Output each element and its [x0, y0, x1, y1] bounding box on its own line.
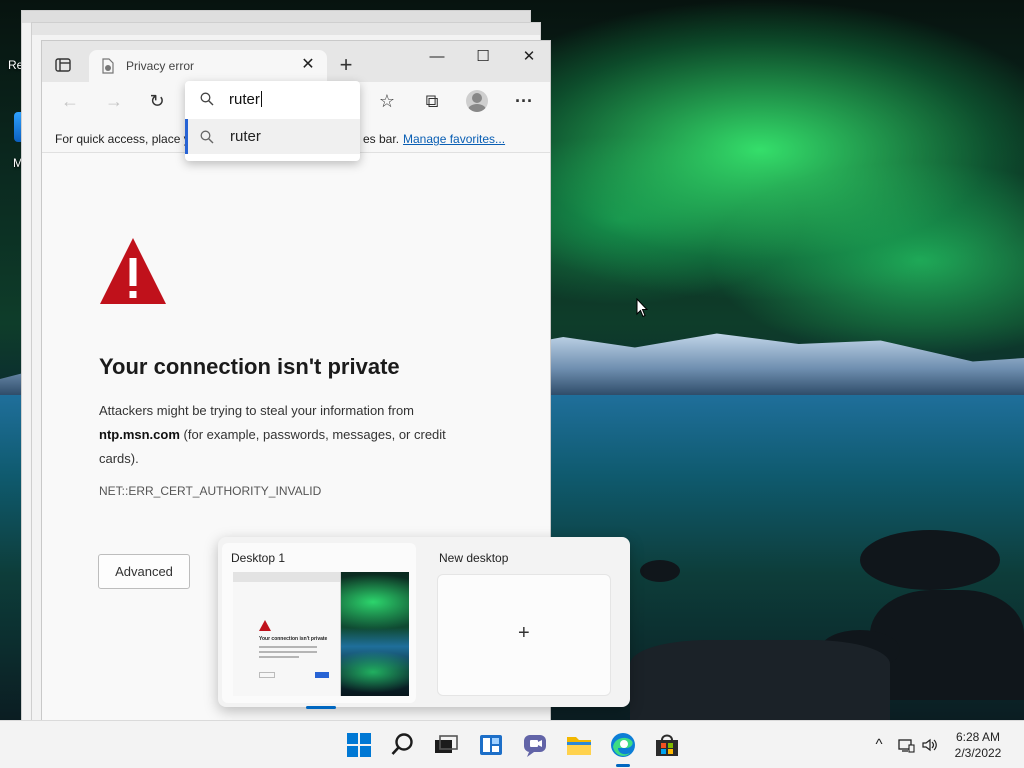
address-suggestions: ruter ruter — [185, 81, 360, 161]
task-view-desktops: Desktop 1 Your connection isn't private … — [218, 537, 630, 709]
address-input-value[interactable]: ruter — [229, 91, 260, 108]
search-icon — [200, 92, 214, 106]
tab-bar: Privacy error ✕ + — ☐ ✕ — [42, 41, 550, 82]
text-caret — [260, 91, 262, 107]
favorites-bar-message: For quick access, place y — [55, 132, 190, 146]
desktop-label: Desktop 1 — [231, 551, 286, 565]
tab-actions-icon[interactable] — [54, 56, 72, 74]
error-code: NET::ERR_CERT_AUTHORITY_INVALID — [99, 484, 322, 498]
network-icon[interactable] — [897, 736, 915, 754]
close-window-button[interactable]: ✕ — [506, 45, 550, 69]
new-desktop-button[interactable]: + — [437, 574, 611, 696]
new-tab-button[interactable]: + — [334, 54, 358, 78]
edge-icon[interactable] — [609, 731, 637, 759]
wallpaper-rock — [860, 530, 1000, 590]
thumbnail-browser: Your connection isn't private — [233, 572, 341, 696]
show-hidden-icons-chevron-icon[interactable]: ^ — [870, 736, 888, 754]
thumbnail-heading: Your connection isn't private — [259, 636, 328, 642]
favorites-bar-message-end: es bar. — [363, 132, 400, 146]
thumbnail-warning-icon — [259, 620, 271, 631]
maximize-button[interactable]: ☐ — [460, 45, 506, 69]
advanced-button[interactable]: Advanced — [98, 554, 190, 589]
chat-icon[interactable] — [521, 731, 549, 759]
close-tab-icon[interactable]: ✕ — [299, 56, 317, 74]
wallpaper-rock — [640, 560, 680, 582]
taskbar: ^ 6:28 AM 2/3/2022 — [0, 720, 1024, 768]
address-input[interactable]: ruter — [185, 81, 360, 117]
store-icon[interactable] — [653, 731, 681, 759]
description-text: cards). — [99, 451, 139, 466]
search-icon — [200, 130, 214, 144]
volume-icon[interactable] — [921, 736, 939, 754]
favorites-star-icon[interactable]: ☆ — [375, 89, 399, 113]
desktop-1-card[interactable]: Desktop 1 Your connection isn't private — [222, 543, 416, 709]
active-desktop-indicator — [306, 706, 336, 709]
plus-icon: + — [518, 622, 530, 644]
domain-name: ntp.msn.com — [99, 427, 180, 442]
desktop-label: New desktop — [439, 551, 509, 565]
mouse-pointer-icon — [636, 297, 649, 318]
clock-time: 6:28 AM — [955, 730, 1001, 744]
desktop-thumbnail[interactable]: Your connection isn't private — [233, 572, 409, 696]
tab-title: Privacy error — [126, 59, 195, 73]
clock-date: 2/3/2022 — [954, 746, 1002, 760]
wallpaper-rock — [630, 640, 890, 720]
profile-avatar[interactable] — [466, 90, 488, 112]
back-icon[interactable]: ← — [58, 89, 82, 113]
file-explorer-icon[interactable] — [565, 731, 593, 759]
description-text: (for example, passwords, messages, or cr… — [179, 427, 446, 442]
manage-favorites-link[interactable]: Manage favorites... — [403, 132, 505, 146]
warning-triangle-icon — [98, 236, 168, 306]
page-heading: Your connection isn't private — [99, 354, 400, 379]
widgets-icon[interactable] — [477, 731, 505, 759]
tab-privacy-error[interactable]: Privacy error ✕ — [89, 50, 327, 82]
search-icon[interactable] — [389, 731, 417, 759]
minimize-button[interactable]: — — [414, 45, 460, 69]
description-text: Attackers might be trying to steal your … — [99, 403, 415, 418]
suggestion-item[interactable]: ruter — [185, 119, 360, 154]
refresh-icon[interactable]: ↻ — [145, 89, 169, 113]
forward-icon[interactable]: → — [102, 89, 126, 113]
suggestion-text: ruter — [230, 128, 261, 145]
new-desktop-card[interactable]: New desktop + — [430, 543, 624, 703]
edge-running-indicator — [616, 764, 630, 767]
task-view-icon[interactable] — [432, 731, 460, 759]
windows-start-icon[interactable] — [345, 731, 373, 759]
page-warning-favicon-icon — [99, 58, 115, 74]
collections-icon[interactable]: ⧉ — [420, 89, 444, 113]
system-clock[interactable]: 6:28 AM 2/3/2022 — [946, 729, 1010, 761]
more-options-icon[interactable]: ··· — [512, 89, 536, 113]
error-description: Attackers might be trying to steal your … — [99, 399, 479, 471]
